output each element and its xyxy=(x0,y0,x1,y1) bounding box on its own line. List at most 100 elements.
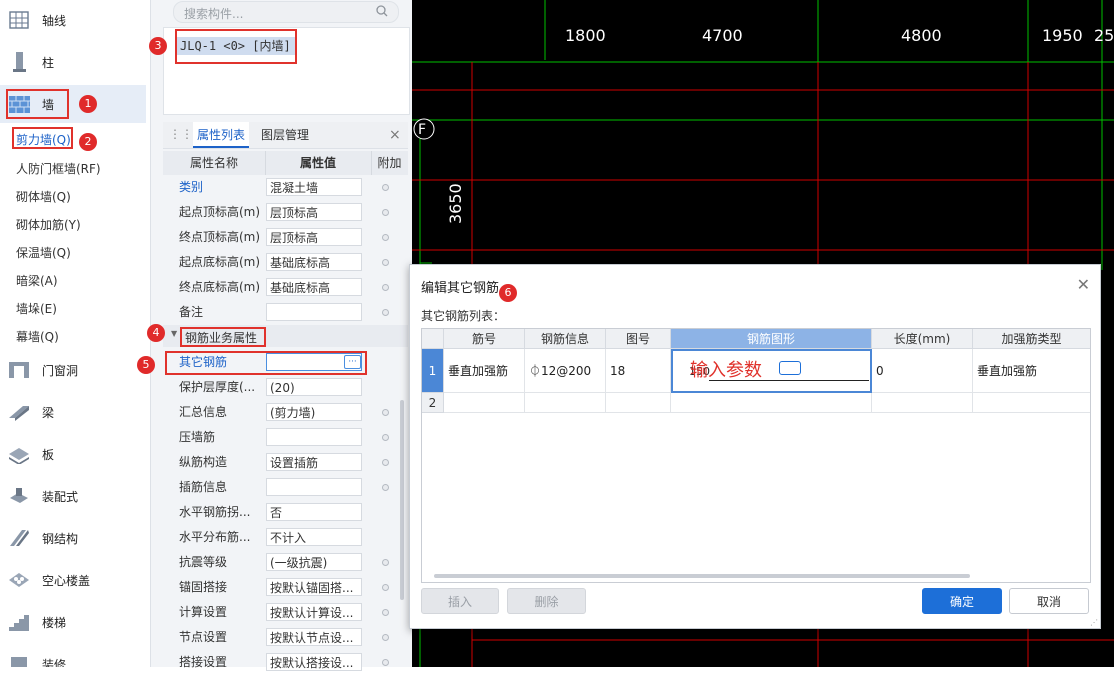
extra-checkbox[interactable] xyxy=(382,634,389,641)
col-header-stiffener-type[interactable]: 加强筋类型 xyxy=(973,329,1090,349)
prop-value-field[interactable]: (剪力墙) xyxy=(266,403,362,421)
col-header-length[interactable]: 长度(mm) xyxy=(872,329,973,349)
nav-item-decoration[interactable]: 装修 xyxy=(0,645,146,667)
prop-value-field[interactable]: 否 xyxy=(266,503,362,521)
col-header-rebar-info[interactable]: 钢筋信息 xyxy=(525,329,606,349)
drag-handle-icon[interactable]: ⋮⋮ xyxy=(169,127,193,141)
extra-checkbox[interactable] xyxy=(382,484,389,491)
col-header-rebar-shape[interactable]: 钢筋图形 xyxy=(671,329,872,349)
tab-property-list[interactable]: 属性列表 xyxy=(193,122,249,148)
sub-item-curtain-wall[interactable]: 幕墙(Q) xyxy=(16,328,59,345)
prop-value-field[interactable] xyxy=(266,303,362,321)
header-prop-name: 属性名称 xyxy=(163,151,266,175)
extra-checkbox[interactable] xyxy=(382,284,389,291)
dialog-title: 编辑其它钢筋 xyxy=(421,281,500,296)
cell-rebar-info[interactable] xyxy=(525,393,606,413)
col-header-bar-no[interactable]: 筋号 xyxy=(444,329,525,349)
property-panel: 搜索构件... JLQ-1 <0> [内墙] 3 ⋮⋮ 属性列表 图层管理 × … xyxy=(137,0,413,671)
nav-item-steel-structure[interactable]: 钢结构 xyxy=(0,519,146,557)
sub-item-masonry-rebar[interactable]: 砌体加筋(Y) xyxy=(16,216,81,233)
close-icon[interactable]: × xyxy=(389,122,401,148)
prop-value-field[interactable]: 按默认计算设... xyxy=(266,603,362,621)
prop-value-field[interactable]: 设置插筋 xyxy=(266,453,362,471)
panel-scrollbar[interactable] xyxy=(400,400,404,600)
sub-item-masonry-wall[interactable]: 砌体墙(Q) xyxy=(16,188,71,205)
prop-row-end-top-elev: 终点顶标高(m) 层顶标高 xyxy=(163,225,408,250)
sub-item-civil-defense-wall[interactable]: 人防门框墙(RF) xyxy=(16,160,101,177)
cell-bar-no[interactable]: 垂直加强筋 xyxy=(444,349,525,393)
prop-value-field[interactable] xyxy=(266,478,362,496)
row-number[interactable]: 1 xyxy=(422,349,444,393)
prop-value-field[interactable]: 基础底标高 xyxy=(266,253,362,271)
sub-item-wall-pier[interactable]: 墙垛(E) xyxy=(16,300,57,317)
nav-item-stairs[interactable]: 楼梯 xyxy=(0,603,146,641)
prop-value-field[interactable]: 按默认锚固搭... xyxy=(266,578,362,596)
cell-figure-no[interactable] xyxy=(606,393,671,413)
extra-checkbox[interactable] xyxy=(382,259,389,266)
extra-checkbox[interactable] xyxy=(382,409,389,416)
nav-item-hollow-floor[interactable]: 空心楼盖 xyxy=(0,561,146,599)
insert-button[interactable]: 插入 xyxy=(421,588,499,614)
nav-item-door-window[interactable]: 门窗洞 xyxy=(0,351,146,389)
prop-value-field[interactable]: 按默认搭接设... xyxy=(266,653,362,671)
extra-checkbox[interactable] xyxy=(382,659,389,666)
delete-button[interactable]: 删除 xyxy=(507,588,586,614)
cell-length[interactable] xyxy=(872,393,973,413)
search-icon[interactable] xyxy=(376,4,388,21)
sub-item-hidden-beam[interactable]: 暗梁(A) xyxy=(16,272,58,289)
cell-rebar-shape[interactable] xyxy=(671,393,872,413)
cell-stiffener-type[interactable]: 垂直加强筋 xyxy=(973,349,1090,393)
extra-checkbox[interactable] xyxy=(382,434,389,441)
prop-value-field[interactable]: 层顶标高 xyxy=(266,228,362,246)
search-input[interactable]: 搜索构件... xyxy=(173,1,399,23)
prop-row-start-top-elev: 起点顶标高(m) 层顶标高 xyxy=(163,200,408,225)
tab-layer-management[interactable]: 图层管理 xyxy=(261,122,309,148)
nav-item-slab[interactable]: 板 xyxy=(0,435,146,473)
extra-checkbox[interactable] xyxy=(382,234,389,241)
prop-value-field[interactable]: 混凝土墙 xyxy=(266,178,362,196)
nav-item-beam[interactable]: 梁 xyxy=(0,393,146,431)
prop-value-field[interactable]: 层顶标高 xyxy=(266,203,362,221)
nav-item-column[interactable]: 柱 xyxy=(0,43,146,81)
cell-figure-no[interactable]: 18 xyxy=(606,349,671,393)
prop-value-field[interactable]: 按默认节点设... xyxy=(266,628,362,646)
prop-value-field[interactable]: (20) xyxy=(266,378,362,396)
cell-bar-no[interactable] xyxy=(444,393,525,413)
cancel-button[interactable]: 取消 xyxy=(1009,588,1089,614)
resize-grip-icon[interactable]: ⋰ xyxy=(1090,618,1098,627)
row-number[interactable]: 2 xyxy=(422,393,444,413)
slab-icon xyxy=(8,444,30,464)
prop-value-field[interactable]: 基础底标高 xyxy=(266,278,362,296)
extra-checkbox[interactable] xyxy=(382,584,389,591)
prop-value-field[interactable] xyxy=(266,428,362,446)
cell-stiffener-type[interactable] xyxy=(973,393,1090,413)
extra-checkbox[interactable] xyxy=(382,609,389,616)
column-icon xyxy=(8,52,30,72)
col-header-figure-no[interactable]: 图号 xyxy=(606,329,671,349)
close-icon[interactable]: ✕ xyxy=(1077,275,1090,294)
prop-value-field[interactable]: (一级抗震) xyxy=(266,553,362,571)
extra-checkbox[interactable] xyxy=(382,459,389,466)
grid-scrollbar[interactable] xyxy=(434,574,970,578)
ok-button[interactable]: 确定 xyxy=(922,588,1002,614)
steel-structure-icon xyxy=(8,528,30,548)
prop-row-calc-settings: 计算设置 按默认计算设... xyxy=(163,600,408,625)
extra-checkbox[interactable] xyxy=(382,559,389,566)
extra-checkbox[interactable] xyxy=(382,309,389,316)
cell-rebar-info[interactable]: ⏀12@200 xyxy=(525,349,606,393)
step-badge-1: 1 xyxy=(79,95,97,113)
nav-item-prefab[interactable]: 装配式 xyxy=(0,477,146,515)
prop-row-summary: 汇总信息 (剪力墙) xyxy=(163,400,408,425)
dim-text: 25 xyxy=(1094,26,1114,45)
sub-item-insulation-wall[interactable]: 保温墙(Q) xyxy=(16,244,71,261)
step-badge-6: 6 xyxy=(499,284,517,302)
prop-value-field[interactable]: 不计入 xyxy=(266,528,362,546)
param-input-box[interactable] xyxy=(779,361,801,375)
cell-rebar-shape[interactable]: 150 输入参数 xyxy=(671,349,872,393)
prop-row-anchor: 锚固搭接 按默认锚固搭... xyxy=(163,575,408,600)
collapse-arrow-icon[interactable]: ▼ xyxy=(171,329,177,338)
extra-checkbox[interactable] xyxy=(382,209,389,216)
extra-checkbox[interactable] xyxy=(382,184,389,191)
cell-length[interactable]: 0 xyxy=(872,349,973,393)
nav-item-axis[interactable]: 轴线 xyxy=(0,1,146,39)
